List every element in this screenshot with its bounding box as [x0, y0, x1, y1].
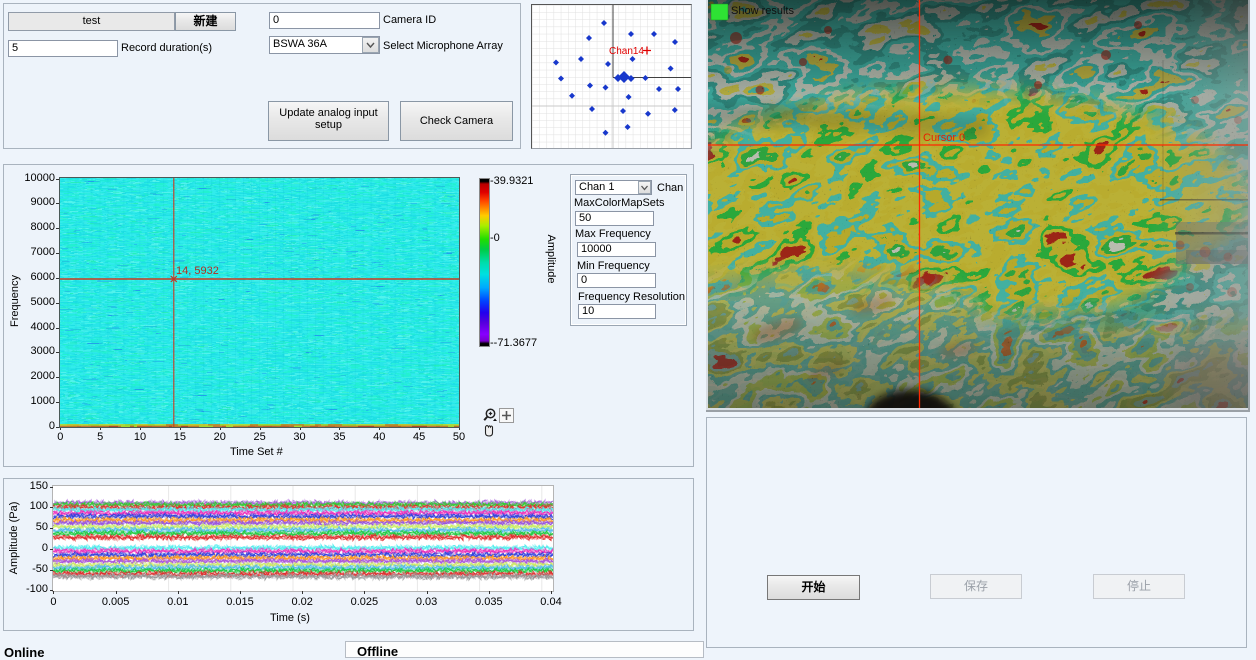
svg-text:Cursor 0: Cursor 0 [923, 132, 965, 144]
svg-text:Show results: Show results [731, 5, 794, 17]
svg-text:14, 5932: 14, 5932 [176, 265, 219, 277]
svg-text:Chan14: Chan14 [609, 46, 644, 57]
